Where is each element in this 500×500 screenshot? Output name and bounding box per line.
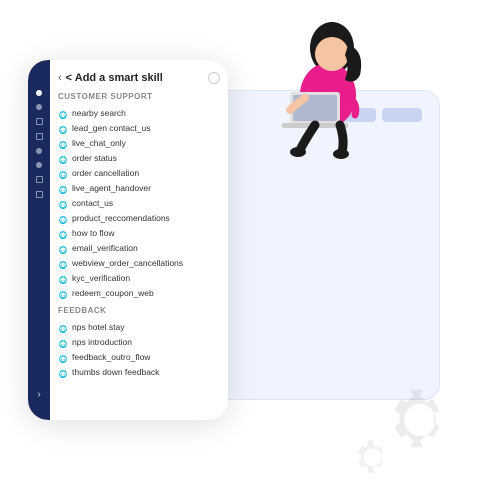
skill-item[interactable]: lead_gen contact_us bbox=[58, 120, 220, 135]
feedback-list: nps hotel stay nps introduction feedback… bbox=[58, 319, 220, 379]
skill-label: order cancellation bbox=[72, 168, 139, 178]
skill-label: contact_us bbox=[72, 198, 113, 208]
customer-support-list: nearby search lead_gen contact_us live_c… bbox=[58, 105, 220, 300]
skill-item[interactable]: nearby search bbox=[58, 105, 220, 120]
feedback-section: Feedback nps hotel stay nps introduction… bbox=[58, 306, 220, 379]
sidebar-square-3 bbox=[36, 176, 43, 183]
feedback-skill-label: nps hotel stay bbox=[72, 322, 124, 332]
skill-item[interactable]: order status bbox=[58, 150, 220, 165]
feedback-skill-icon bbox=[58, 352, 68, 362]
header-title: < Add a smart skill bbox=[66, 72, 163, 84]
skill-icon bbox=[58, 108, 68, 118]
skill-item[interactable]: contact_us bbox=[58, 195, 220, 210]
skill-label: how to flow bbox=[72, 228, 115, 238]
skill-item[interactable]: webview_order_cancellations bbox=[58, 255, 220, 270]
sidebar-dot-3 bbox=[36, 148, 42, 154]
skill-icon bbox=[58, 123, 68, 133]
skill-icon bbox=[58, 243, 68, 253]
phone-sidebar: › bbox=[28, 60, 50, 420]
skill-item[interactable]: live_agent_handover bbox=[58, 180, 220, 195]
feedback-item[interactable]: feedback_outro_flow bbox=[58, 349, 220, 364]
skill-icon bbox=[58, 183, 68, 193]
skill-label: order status bbox=[72, 153, 117, 163]
skill-icon bbox=[58, 288, 68, 298]
skill-label: kyc_verification bbox=[72, 273, 130, 283]
skill-label: live_chat_only bbox=[72, 138, 126, 148]
skill-item[interactable]: live_chat_only bbox=[58, 135, 220, 150]
skill-item[interactable]: kyc_verification bbox=[58, 270, 220, 285]
gear-small-icon bbox=[350, 435, 395, 480]
feedback-skill-icon bbox=[58, 367, 68, 377]
feedback-item[interactable]: nps hotel stay bbox=[58, 319, 220, 334]
feedback-skill-icon bbox=[58, 322, 68, 332]
skill-icon bbox=[58, 273, 68, 283]
feedback-label: Feedback bbox=[58, 306, 220, 315]
skill-item[interactable]: redeem_coupon_web bbox=[58, 285, 220, 300]
feedback-skill-label: thumbs down feedback bbox=[72, 367, 159, 377]
skill-item[interactable]: how to flow bbox=[58, 225, 220, 240]
sidebar-square-1 bbox=[36, 118, 43, 125]
skill-label: email_verification bbox=[72, 243, 138, 253]
person-illustration bbox=[260, 20, 380, 160]
back-arrow-icon[interactable]: ‹ bbox=[58, 72, 62, 84]
skill-label: webview_order_cancellations bbox=[72, 258, 183, 268]
main-card: › ‹ < Add a smart skill Customer Support… bbox=[28, 60, 228, 420]
sidebar-square-4 bbox=[36, 191, 43, 198]
sidebar-dot-1 bbox=[36, 90, 42, 96]
card-content: ‹ < Add a smart skill Customer Support n… bbox=[50, 60, 228, 387]
sidebar-square-2 bbox=[36, 133, 43, 140]
feedback-skill-icon bbox=[58, 337, 68, 347]
skill-label: redeem_coupon_web bbox=[72, 288, 154, 298]
header-circle-icon bbox=[208, 72, 220, 84]
skill-icon bbox=[58, 258, 68, 268]
sidebar-chevron[interactable]: › bbox=[37, 389, 40, 400]
sidebar-dot-4 bbox=[36, 162, 42, 168]
skill-icon bbox=[58, 213, 68, 223]
bg-tab-3 bbox=[382, 108, 422, 122]
skill-label: nearby search bbox=[72, 108, 126, 118]
card-header: ‹ < Add a smart skill bbox=[58, 72, 220, 84]
skill-item[interactable]: order cancellation bbox=[58, 165, 220, 180]
skill-item[interactable]: product_reccomendations bbox=[58, 210, 220, 225]
skill-label: product_reccomendations bbox=[72, 213, 170, 223]
scene: › ‹ < Add a smart skill Customer Support… bbox=[0, 0, 500, 500]
skill-label: lead_gen contact_us bbox=[72, 123, 150, 133]
skill-icon bbox=[58, 228, 68, 238]
skill-icon bbox=[58, 138, 68, 148]
feedback-item[interactable]: thumbs down feedback bbox=[58, 364, 220, 379]
skill-item[interactable]: email_verification bbox=[58, 240, 220, 255]
skill-icon bbox=[58, 168, 68, 178]
header-left: ‹ < Add a smart skill bbox=[58, 72, 163, 84]
feedback-skill-label: feedback_outro_flow bbox=[72, 352, 150, 362]
sidebar-dot-2 bbox=[36, 104, 42, 110]
skill-icon bbox=[58, 153, 68, 163]
skill-label: live_agent_handover bbox=[72, 183, 151, 193]
feedback-item[interactable]: nps introduction bbox=[58, 334, 220, 349]
customer-support-label: Customer Support bbox=[58, 92, 220, 101]
feedback-skill-label: nps introduction bbox=[72, 337, 132, 347]
skill-icon bbox=[58, 198, 68, 208]
